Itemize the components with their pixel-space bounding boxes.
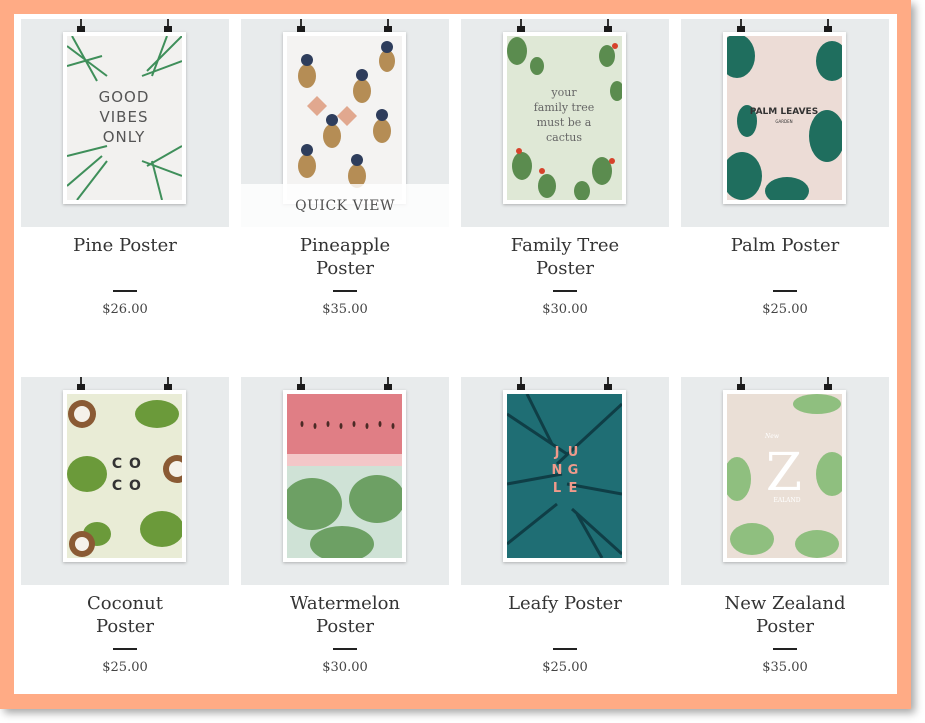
product-name[interactable]: Watermelon Poster: [241, 592, 449, 638]
product-thumbnail[interactable]: New Z EALAND: [681, 377, 889, 585]
poster-text: PALM LEAVES: [750, 107, 818, 117]
product-card-coconut[interactable]: C O C O Coconut Poster $25.00: [21, 377, 229, 707]
binder-clip-icon: [604, 19, 612, 34]
poster-image: GOOD VIBES ONLY: [63, 19, 186, 204]
poster-image: New Z EALAND: [723, 377, 846, 562]
binder-clip-icon: [164, 19, 172, 34]
divider: [553, 648, 577, 650]
poster-text: family tree: [534, 101, 595, 114]
product-price: $26.00: [102, 302, 148, 317]
divider: [773, 290, 797, 292]
product-thumbnail[interactable]: C O C O: [21, 377, 229, 585]
poster-text: your: [550, 86, 577, 99]
poster-text: must be a: [537, 116, 592, 129]
divider: [113, 648, 137, 650]
binder-clip-icon: [297, 19, 305, 34]
product-price: $25.00: [542, 660, 588, 675]
product-price: $25.00: [762, 302, 808, 317]
binder-clip-icon: [384, 19, 392, 34]
product-thumbnail[interactable]: QUICK VIEW: [241, 19, 449, 227]
poster-text: O: [129, 456, 141, 472]
poster-image: PALM LEAVES GARDEN: [723, 19, 846, 204]
poster-image: [283, 19, 406, 204]
product-card-pine[interactable]: GOOD VIBES ONLY Pine Poster $26.00: [21, 19, 229, 349]
divider: [333, 290, 357, 292]
poster-image: [283, 377, 406, 562]
binder-clip-icon: [164, 377, 172, 392]
product-thumbnail[interactable]: GOOD VIBES ONLY: [21, 19, 229, 227]
product-card-palm[interactable]: PALM LEAVES GARDEN Palm Poster $25.00: [681, 19, 889, 349]
poster-text: E: [569, 481, 578, 496]
product-price: $35.00: [762, 660, 808, 675]
product-name[interactable]: Leafy Poster: [461, 592, 669, 615]
binder-clip-icon: [384, 377, 392, 392]
binder-clip-icon: [77, 377, 85, 392]
poster-text: ONLY: [103, 128, 146, 146]
product-name[interactable]: Pineapple Poster: [241, 234, 449, 280]
product-name[interactable]: Pine Poster: [21, 234, 229, 257]
binder-clip-icon: [604, 377, 612, 392]
product-thumbnail[interactable]: J U N G L E: [461, 377, 669, 585]
poster-text: Z: [766, 443, 802, 503]
product-card-family-tree[interactable]: your family tree must be a cactus Family…: [461, 19, 669, 349]
product-price: $25.00: [102, 660, 148, 675]
poster-image: your family tree must be a cactus: [503, 19, 626, 204]
quick-view-button[interactable]: QUICK VIEW: [241, 184, 449, 227]
product-price: $30.00: [322, 660, 368, 675]
binder-clip-icon: [297, 377, 305, 392]
product-price: $30.00: [542, 302, 588, 317]
product-name[interactable]: Coconut Poster: [21, 592, 229, 638]
product-name[interactable]: New Zealand Poster: [681, 592, 889, 638]
divider: [333, 648, 357, 650]
poster-text: O: [129, 478, 141, 494]
product-thumbnail[interactable]: [241, 377, 449, 585]
divider: [113, 290, 137, 292]
product-gallery: GOOD VIBES ONLY Pine Poster $26.00 QUICK…: [14, 14, 897, 694]
product-thumbnail[interactable]: your family tree must be a cactus: [461, 19, 669, 227]
poster-text: L: [553, 481, 561, 496]
poster-text: GOOD: [99, 88, 150, 106]
divider: [553, 290, 577, 292]
product-card-leafy[interactable]: J U N G L E Leafy Poster $25.00: [461, 377, 669, 707]
binder-clip-icon: [824, 19, 832, 34]
binder-clip-icon: [517, 19, 525, 34]
binder-clip-icon: [737, 19, 745, 34]
product-name[interactable]: Family Tree Poster: [461, 234, 669, 280]
binder-clip-icon: [517, 377, 525, 392]
poster-text: EALAND: [773, 497, 800, 504]
product-card-pineapple[interactable]: QUICK VIEW Pineapple Poster $35.00: [241, 19, 449, 349]
poster-text: VIBES: [100, 108, 149, 126]
poster-text: J: [554, 445, 560, 460]
binder-clip-icon: [77, 19, 85, 34]
binder-clip-icon: [737, 377, 745, 392]
poster-image: C O C O: [63, 377, 186, 562]
poster-text: C: [112, 478, 122, 494]
product-price: $35.00: [322, 302, 368, 317]
poster-text: cactus: [546, 131, 582, 144]
product-card-new-zealand[interactable]: New Z EALAND New Zealand Poster $35.00: [681, 377, 889, 707]
divider: [773, 648, 797, 650]
product-thumbnail[interactable]: PALM LEAVES GARDEN: [681, 19, 889, 227]
poster-image: J U N G L E: [503, 377, 626, 562]
product-card-watermelon[interactable]: Watermelon Poster $30.00: [241, 377, 449, 707]
binder-clip-icon: [824, 377, 832, 392]
product-name[interactable]: Palm Poster: [681, 234, 889, 257]
poster-text: New: [764, 433, 780, 440]
poster-text: N: [552, 463, 563, 478]
poster-text: GARDEN: [775, 119, 792, 124]
poster-text: C: [112, 456, 122, 472]
poster-text: G: [568, 463, 579, 478]
poster-text: U: [568, 445, 579, 460]
